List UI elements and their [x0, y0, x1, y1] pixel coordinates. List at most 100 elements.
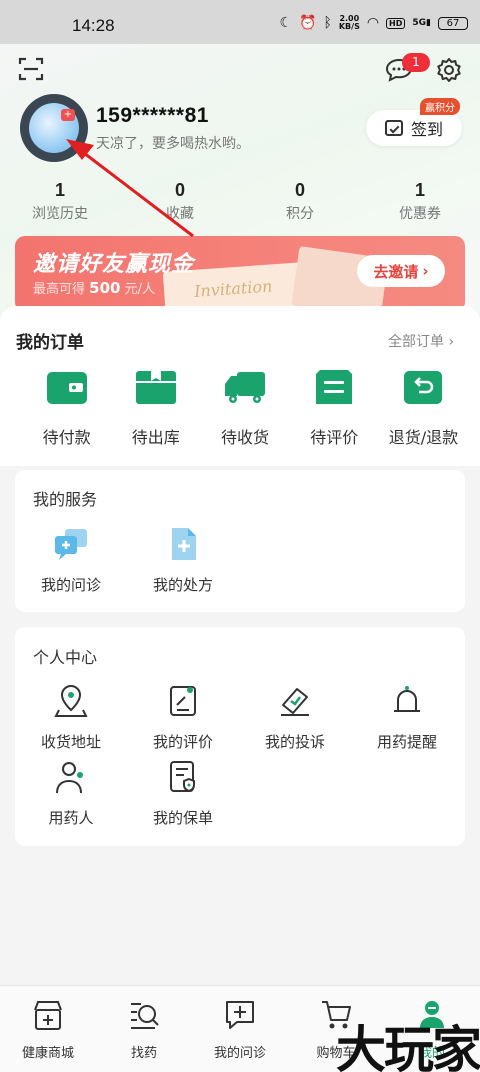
calendar-check-icon [384, 120, 403, 136]
signin-label: 签到 [410, 120, 443, 139]
banner-subtitle: 最高可得 500 元/人 [33, 278, 155, 297]
avatar[interactable]: + [20, 94, 88, 162]
order-status-row: 待付款 待出库 待收货 待评价 退货/退款 [0, 368, 480, 448]
order-pending-receipt[interactable]: 待收货 [200, 368, 289, 448]
banner-sub-suffix: 元/人 [124, 282, 155, 297]
location-pin-icon [54, 684, 88, 717]
wallet-icon [46, 372, 87, 404]
chevron-right-icon: › [448, 334, 455, 350]
refund-icon [404, 371, 443, 404]
personal-label: 我的保单 [152, 809, 213, 827]
all-orders-label: 全部订单 [388, 334, 444, 350]
service-consultation[interactable]: 我的问诊 [15, 526, 127, 595]
order-pending-payment[interactable]: 待付款 [22, 368, 111, 448]
personal-address[interactable]: 收货地址 [15, 683, 127, 752]
chevron-right-icon: › [422, 262, 429, 280]
stat-label: 浏览历史 [32, 206, 88, 222]
network-speed: 2.00 KB/S [339, 15, 360, 31]
banner-title: 邀请好友赢现金 [33, 252, 195, 277]
all-orders-link[interactable]: 全部订单 › [388, 331, 454, 351]
order-label: 待评价 [310, 428, 359, 447]
alarm-icon: ⏰ [299, 15, 317, 31]
banner-sub-prefix: 最高可得 [33, 282, 86, 297]
nav-consultation[interactable]: 我的问诊 [192, 986, 288, 1072]
nav-find-medicine[interactable]: 找药 [96, 986, 192, 1072]
status-icons: ☾ ⏰ ᛒ 2.00 KB/S ◠ HD 5G▮ 67 [279, 15, 468, 31]
user-slogan: 天凉了，要多喝热水哟。 [96, 136, 250, 152]
bluetooth-icon: ᛒ [323, 15, 332, 31]
services-card: 我的服务 我的问诊 我的处方 [15, 470, 465, 612]
search-icon [131, 1003, 159, 1029]
personal-medication-user[interactable]: 用药人 [15, 759, 127, 828]
order-label: 待出库 [131, 428, 180, 447]
status-time: 14:28 [72, 16, 115, 35]
speed-unit: KB/S [338, 22, 360, 31]
edit-doc-icon [170, 686, 196, 716]
personal-insurance-policy[interactable]: 我的保单 [127, 759, 239, 828]
stat-coupons[interactable]: 1 优惠券 [360, 180, 480, 223]
watermark: 大玩家 [336, 1020, 480, 1072]
nav-health-mall[interactable]: 健康商城 [0, 986, 96, 1072]
avatar-globe: + [29, 103, 79, 153]
stat-value: 0 [174, 180, 185, 200]
order-pending-shipment[interactable]: 待出库 [111, 368, 200, 448]
stats-row: 1 浏览历史 0 收藏 0 积分 1 优惠券 [0, 180, 480, 223]
signin-badge: 赢积分 [420, 98, 460, 115]
nav-label: 找药 [130, 1046, 157, 1061]
status-bar: 14:28 ☾ ⏰ ᛒ 2.00 KB/S ◠ HD 5G▮ 67 [0, 0, 480, 44]
stat-favorites[interactable]: 0 收藏 [120, 180, 240, 223]
message-badge: 1 [402, 53, 430, 72]
ticket-text: Invitation [193, 276, 273, 301]
hd-badge: HD [386, 17, 406, 29]
gear-icon[interactable] [436, 57, 462, 83]
moon-icon: ☾ [279, 15, 292, 31]
service-label: 我的问诊 [40, 576, 101, 594]
banner-sub-amount: 500 [89, 279, 121, 297]
bell-icon [394, 686, 420, 712]
invite-button[interactable]: 去邀请 › [357, 255, 445, 287]
stat-points[interactable]: 0 积分 [240, 180, 360, 223]
personal-complaints[interactable]: 我的投诉 [239, 683, 351, 752]
truck-icon [225, 372, 265, 403]
user-icon [56, 762, 83, 794]
battery-indicator: 67 [438, 16, 468, 30]
service-label: 我的处方 [152, 576, 213, 594]
prescription-icon [172, 528, 196, 560]
service-prescription[interactable]: 我的处方 [127, 526, 239, 595]
stat-history[interactable]: 1 浏览历史 [0, 180, 120, 223]
store-icon [34, 1001, 62, 1030]
chat-plus-icon [226, 1001, 254, 1029]
personal-reviews[interactable]: 我的评价 [127, 683, 239, 752]
signal-label: 5G [412, 18, 427, 28]
order-label: 待付款 [42, 428, 91, 447]
box-icon [135, 371, 176, 404]
services-title: 我的服务 [33, 490, 98, 509]
scan-icon[interactable] [18, 56, 44, 82]
stat-label: 积分 [286, 206, 314, 222]
order-label: 退货/退款 [388, 428, 459, 447]
personal-center-title: 个人中心 [33, 648, 98, 667]
personal-medication-reminder[interactable]: 用药提醒 [351, 683, 463, 752]
stat-value: 1 [414, 180, 425, 200]
personal-label: 收货地址 [40, 733, 101, 751]
policy-shield-icon [170, 761, 195, 793]
orders-title: 我的订单 [16, 333, 84, 353]
nav-label: 健康商城 [21, 1046, 74, 1061]
order-label: 待收货 [221, 428, 270, 447]
stat-value: 1 [54, 180, 65, 200]
stat-label: 优惠券 [399, 206, 441, 222]
personal-center-card: 个人中心 收货地址 我的评价 我的投诉 用药提醒 用药人 我的保单 [15, 627, 465, 846]
heart-plus-icon: + [61, 109, 75, 121]
personal-label: 我的投诉 [264, 733, 325, 751]
invite-banner[interactable]: Invitation 邀请好友赢现金 最高可得 500 元/人 去邀请 › [15, 236, 465, 312]
consultation-icon [55, 529, 87, 560]
personal-label: 我的评价 [152, 733, 213, 751]
order-pending-review[interactable]: 待评价 [290, 368, 379, 448]
stat-label: 收藏 [166, 206, 194, 222]
signal-icon: 5G▮ [412, 18, 431, 28]
nav-label: 我的问诊 [213, 1046, 266, 1061]
signin-button[interactable]: 签到 [366, 110, 462, 146]
wifi-icon: ◠ [366, 15, 380, 31]
personal-label: 用药提醒 [376, 733, 437, 751]
order-refund[interactable]: 退货/退款 [379, 368, 468, 448]
